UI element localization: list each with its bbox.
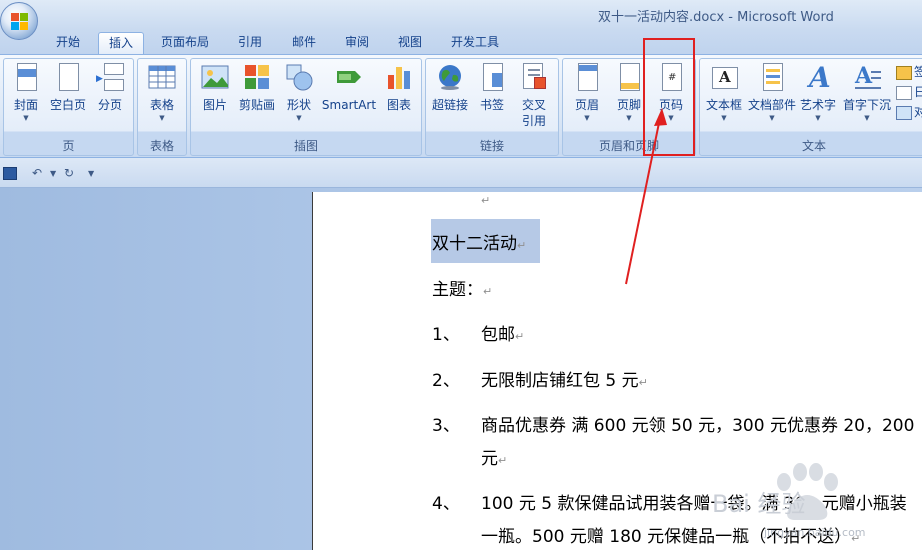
calendar-icon — [896, 85, 912, 100]
globe-icon — [436, 63, 464, 93]
chevron-down-icon: ▼ — [815, 114, 821, 122]
list-item[interactable]: 无限制店铺红包 5 元↵ — [481, 366, 648, 391]
undo-icon[interactable]: ↶ — [32, 166, 42, 180]
tab-page-layout[interactable]: 页面布局 — [150, 32, 220, 54]
cover-page-button[interactable]: 封面 ▼ — [6, 63, 46, 123]
group-pages: 封面 ▼ 空白页 ▶ 分页 页 — [3, 58, 134, 156]
doc-heading[interactable]: 双十二活动↵ — [432, 229, 526, 254]
chevron-down-icon: ▼ — [23, 114, 29, 122]
list-item[interactable]: 商品优惠券 满 600 元领 50 元，300 元优惠券 20，200 — [481, 411, 914, 436]
drop-cap-icon: A — [853, 63, 881, 93]
list-number: 3、 — [432, 416, 460, 436]
tab-references[interactable]: 引用 — [226, 32, 274, 54]
table-icon — [148, 63, 176, 93]
tab-view[interactable]: 视图 — [386, 32, 434, 54]
page-break-icon: ▶ — [96, 63, 124, 93]
signature-line-button[interactable]: 签 — [896, 63, 922, 81]
watermark-brand: Bai 经验 — [712, 490, 806, 518]
bookmark-button[interactable]: 书签 — [472, 63, 512, 113]
window-title: 双十一活动内容.docx - Microsoft Word — [598, 10, 834, 25]
shapes-icon — [285, 63, 313, 93]
chevron-down-icon: ▼ — [159, 114, 165, 122]
tab-home[interactable]: 开始 — [44, 32, 92, 54]
group-label-links: 链接 — [479, 139, 504, 153]
tab-review[interactable]: 审阅 — [333, 32, 381, 54]
tab-developer[interactable]: 开发工具 — [440, 32, 510, 54]
chart-icon — [385, 63, 413, 93]
group-tables: 表格 ▼ 表格 — [137, 58, 187, 156]
picture-button[interactable]: 图片 — [195, 63, 235, 113]
group-links: 超链接 书签 交叉 引用 链接 — [425, 58, 559, 156]
paragraph-mark: ↵ — [481, 194, 491, 207]
redo-icon[interactable]: ↻ — [64, 166, 74, 180]
signature-icon — [896, 65, 912, 80]
smartart-button[interactable]: SmartArt — [321, 63, 377, 113]
office-logo-icon — [11, 13, 29, 31]
chart-button[interactable]: 图表 — [379, 63, 419, 113]
page-break-button[interactable]: ▶ 分页 — [90, 63, 130, 113]
blank-page-button[interactable]: 空白页 — [48, 63, 88, 113]
drop-cap-button[interactable]: A 首字下沉 ▼ — [842, 63, 892, 123]
list-item-continuation[interactable]: 元↵ — [481, 444, 507, 469]
chevron-down-icon[interactable]: ▼ — [50, 169, 56, 178]
office-button[interactable] — [0, 2, 38, 40]
title-bar: 双十一活动内容.docx - Microsoft Word — [0, 0, 922, 30]
group-label-illustrations: 插图 — [293, 139, 318, 153]
cross-reference-button[interactable]: 交叉 引用 — [514, 63, 554, 129]
group-text: A 文本框 ▼ 文档部件 ▼ A 艺术字 ▼ A 首字下沉 ▼ 签 日 对 文本 — [699, 58, 922, 156]
shapes-button[interactable]: 形状 ▼ — [279, 63, 319, 123]
chevron-down-icon: ▼ — [296, 114, 302, 122]
wordart-icon: A — [809, 61, 831, 94]
cover-page-icon — [12, 63, 40, 93]
list-number: 4、 — [432, 494, 460, 514]
blank-page-icon — [54, 63, 82, 93]
quick-parts-button[interactable]: 文档部件 ▼ — [748, 63, 796, 123]
cross-reference-icon — [520, 63, 548, 93]
quick-parts-icon — [758, 63, 786, 93]
tab-insert[interactable]: 插入 — [98, 32, 144, 54]
save-icon[interactable] — [3, 167, 17, 180]
date-time-button[interactable]: 日 — [896, 83, 922, 101]
chevron-down-icon: ▼ — [584, 114, 590, 122]
hyperlink-button[interactable]: 超链接 — [430, 63, 470, 113]
picture-icon — [201, 63, 229, 93]
annotation-highlight-box — [643, 38, 695, 156]
customize-toolbar-icon[interactable]: ▼ — [88, 169, 94, 178]
group-label-tables: 表格 — [149, 139, 174, 153]
footer-icon — [615, 63, 643, 93]
list-number: 2、 — [432, 371, 460, 391]
text-box-icon: A — [710, 63, 738, 93]
doc-subject[interactable]: 主题：↵ — [432, 275, 492, 300]
chevron-down-icon: ▼ — [769, 114, 775, 122]
wordart-button[interactable]: A 艺术字 ▼ — [798, 61, 838, 123]
clip-art-button[interactable]: 剪贴画 — [237, 63, 277, 113]
chevron-down-icon: ▼ — [864, 114, 870, 122]
list-number: 1、 — [432, 325, 460, 345]
object-button[interactable]: 对 — [896, 103, 922, 121]
group-label-text: 文本 — [801, 139, 826, 153]
object-icon — [896, 105, 912, 120]
group-illustrations: 图片 剪贴画 形状 ▼ SmartArt 图表 插图 — [190, 58, 422, 156]
header-icon — [573, 63, 601, 93]
watermark-url: jingyan.baidu.com — [764, 526, 866, 539]
header-button[interactable]: 页眉 ▼ — [567, 63, 607, 123]
watermark: Bai 经验 jingyan.baidu.com — [700, 446, 922, 550]
group-label-pages: 页 — [62, 139, 75, 153]
table-button[interactable]: 表格 ▼ — [142, 63, 182, 123]
bookmark-icon — [478, 63, 506, 93]
list-item[interactable]: 包邮↵ — [481, 320, 524, 345]
chevron-down-icon: ▼ — [721, 114, 727, 122]
ribbon: 封面 ▼ 空白页 ▶ 分页 页 表格 ▼ 表格 图片 剪贴画 形状 ▼ Smar… — [0, 54, 922, 158]
smartart-icon — [335, 63, 363, 93]
clip-art-icon — [243, 63, 271, 93]
text-box-button[interactable]: A 文本框 ▼ — [704, 63, 744, 123]
ribbon-tabs: 开始 插入 页面布局 引用 邮件 审阅 视图 开发工具 — [0, 30, 922, 54]
quick-access-toolbar: ↶ ▼ ↻ ▼ — [0, 158, 922, 188]
tab-mailings[interactable]: 邮件 — [280, 32, 328, 54]
